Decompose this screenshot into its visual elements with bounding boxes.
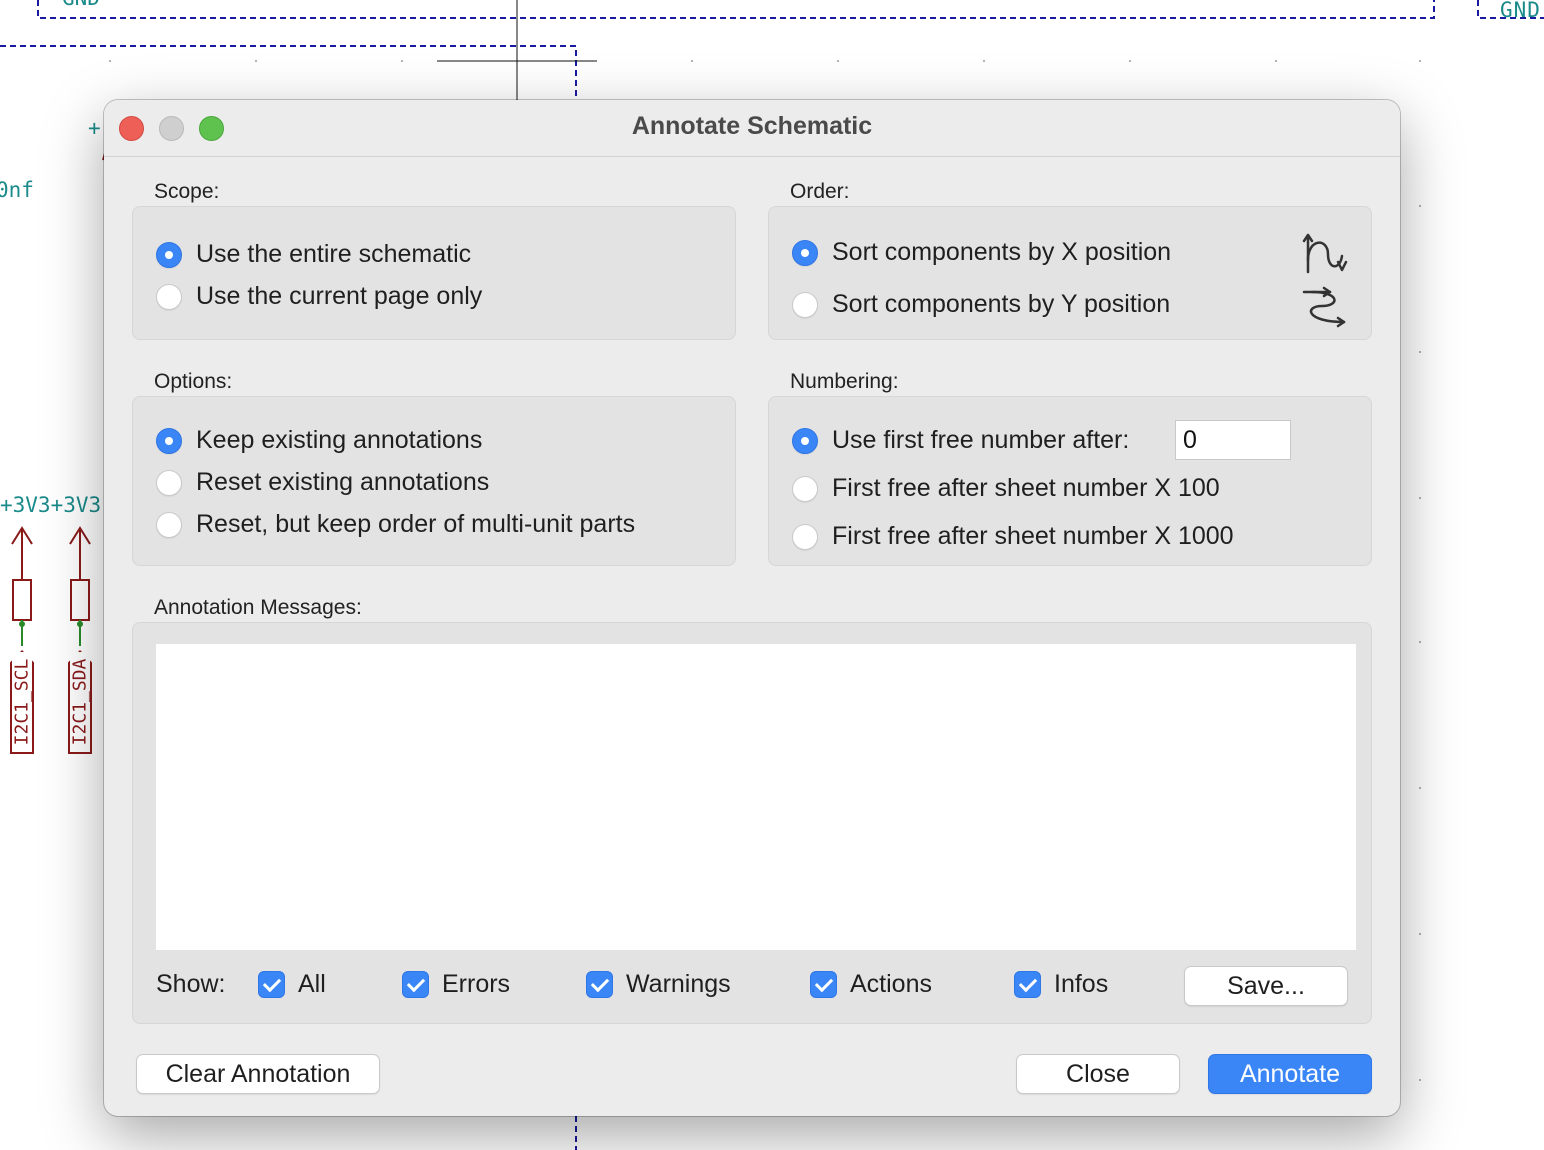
annotate-button[interactable]: Annotate	[1208, 1054, 1372, 1094]
filter-label: Infos	[1054, 970, 1109, 998]
scope-option-entire[interactable]: Use the entire schematic	[156, 240, 471, 269]
radio-unselected[interactable]	[156, 283, 182, 310]
scope-group	[132, 206, 736, 340]
net-label-scl[interactable]: I2C1_SCL	[10, 650, 34, 754]
radio-unselected[interactable]	[792, 523, 818, 550]
checkbox-checked[interactable]	[402, 971, 429, 998]
scope-option-current-page[interactable]: Use the current page only	[156, 282, 482, 311]
radio-selected[interactable]	[156, 241, 182, 268]
option-reset-keep-order[interactable]: Reset, but keep order of multi-unit part…	[156, 510, 635, 539]
radio-unselected[interactable]	[792, 475, 818, 502]
annotate-dialog: Annotate Schematic Scope: Use the entire…	[104, 100, 1400, 1116]
capacitor-value-label: 0nf	[0, 178, 34, 202]
checkbox-checked[interactable]	[258, 971, 285, 998]
dialog-titlebar[interactable]: Annotate Schematic	[104, 100, 1400, 157]
first-free-number-input[interactable]	[1175, 420, 1291, 460]
options-label: Options:	[154, 370, 233, 393]
messages-list[interactable]	[156, 644, 1356, 950]
options-option-label: Reset, but keep order of multi-unit part…	[196, 510, 636, 538]
sort-by-y-icon	[1302, 286, 1346, 328]
order-option-x[interactable]: Sort components by X position	[792, 238, 1171, 267]
filter-all-checkbox[interactable]: All	[258, 970, 326, 999]
gnd-label-top: GND	[62, 0, 100, 10]
checkbox-checked[interactable]	[1014, 971, 1041, 998]
numbering-option-label: Use first free number after:	[832, 426, 1130, 454]
net-label-sda-text: I2C1_SDA	[69, 658, 91, 746]
save-messages-button[interactable]: Save...	[1184, 966, 1348, 1006]
checkbox-checked[interactable]	[810, 971, 837, 998]
radio-unselected[interactable]	[156, 511, 182, 538]
power-label-partial: +	[88, 116, 101, 140]
numbering-option-sheet-x1000[interactable]: First free after sheet number X 1000	[792, 522, 1234, 551]
options-option-label: Reset existing annotations	[196, 468, 490, 496]
net-label-sda[interactable]: I2C1_SDA	[68, 650, 92, 754]
sort-by-x-icon	[1302, 233, 1348, 274]
scope-option-label: Use the current page only	[196, 282, 483, 310]
net-label-scl-text: I2C1_SCL	[11, 658, 33, 746]
option-reset-existing[interactable]: Reset existing annotations	[156, 468, 489, 497]
order-group	[768, 206, 1372, 340]
radio-selected[interactable]	[792, 427, 818, 454]
gnd-label-right: GND	[1500, 0, 1541, 22]
radio-selected[interactable]	[156, 427, 182, 454]
numbering-label: Numbering:	[790, 370, 899, 393]
option-keep-existing[interactable]: Keep existing annotations	[156, 426, 482, 455]
radio-unselected[interactable]	[156, 469, 182, 496]
order-option-label: Sort components by Y position	[832, 290, 1171, 318]
filter-infos-checkbox[interactable]: Infos	[1014, 970, 1108, 999]
radio-selected[interactable]	[792, 239, 818, 266]
checkbox-checked[interactable]	[586, 971, 613, 998]
options-option-label: Keep existing annotations	[196, 426, 483, 454]
dialog-title: Annotate Schematic	[631, 112, 873, 140]
radio-unselected[interactable]	[792, 291, 818, 318]
numbering-option-label: First free after sheet number X 1000	[832, 522, 1234, 550]
scope-label: Scope:	[154, 180, 220, 203]
numbering-option-label: First free after sheet number X 100	[832, 474, 1220, 502]
filter-label: Errors	[442, 970, 511, 998]
order-label: Order:	[790, 180, 850, 203]
numbering-option-first-free[interactable]: Use first free number after:	[792, 426, 1129, 455]
clear-annotation-button[interactable]: Clear Annotation	[136, 1054, 380, 1094]
filter-warnings-checkbox[interactable]: Warnings	[586, 970, 731, 999]
filter-errors-checkbox[interactable]: Errors	[402, 970, 510, 999]
power-rail-labels: +3V3+3V3	[0, 493, 102, 517]
filter-label: Actions	[850, 970, 932, 998]
messages-label: Annotation Messages:	[154, 596, 362, 619]
filter-actions-checkbox[interactable]: Actions	[810, 970, 932, 999]
filter-label: All	[298, 970, 326, 998]
close-button[interactable]: Close	[1016, 1054, 1180, 1094]
scope-option-label: Use the entire schematic	[196, 240, 472, 268]
show-filter-label: Show:	[156, 970, 226, 998]
order-option-label: Sort components by X position	[832, 238, 1172, 266]
numbering-option-sheet-x100[interactable]: First free after sheet number X 100	[792, 474, 1220, 503]
order-option-y[interactable]: Sort components by Y position	[792, 290, 1170, 319]
filter-label: Warnings	[626, 970, 731, 998]
